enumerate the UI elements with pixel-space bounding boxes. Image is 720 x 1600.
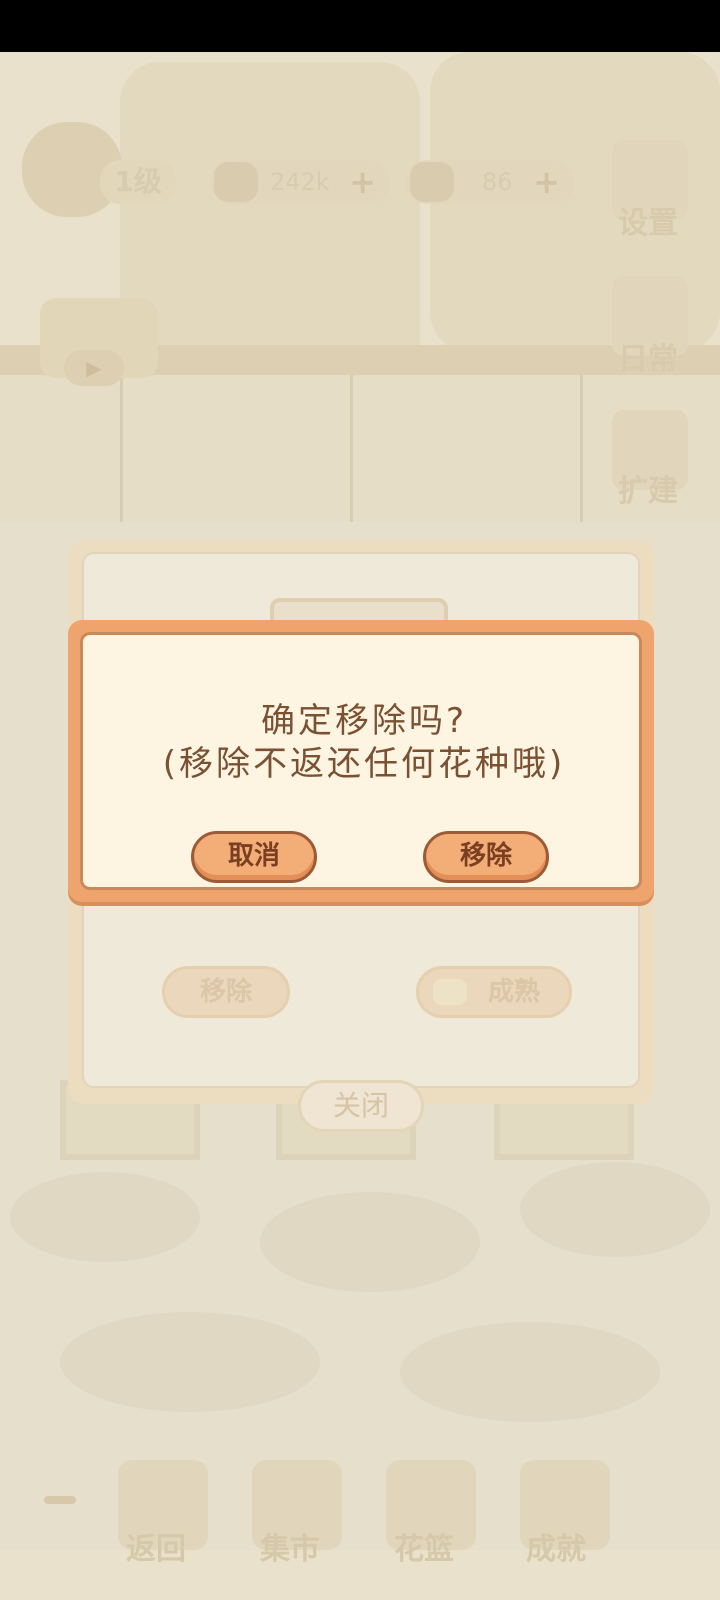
panel-mature-label: 成熟 <box>487 977 540 1007</box>
cheese-count: 86 <box>482 168 513 196</box>
status-bar <box>0 0 720 52</box>
achievement-nav-label: 成就 <box>526 1532 586 1567</box>
remove-confirm-dialog: 确定移除吗? (移除不返还任何花种哦) 取消 移除 <box>68 620 654 902</box>
cancel-button[interactable]: 取消 <box>191 831 317 883</box>
fish-icon <box>214 162 258 202</box>
dialog-question: 确定移除吗? <box>260 701 468 741</box>
fish-count: 242k <box>270 168 330 196</box>
back-nav-label: 返回 <box>126 1532 186 1567</box>
play-icon: ▶ <box>64 350 124 386</box>
cabinet-divider <box>580 375 583 525</box>
floor-stone <box>10 1172 200 1262</box>
panel-close-button[interactable]: 关闭 <box>298 1080 424 1132</box>
player-level-badge: 1级 <box>100 160 176 204</box>
add-cheese-button[interactable]: + <box>533 160 560 204</box>
floor-stone <box>400 1322 660 1422</box>
fish-currency: 242k + <box>210 160 390 204</box>
floor-stone <box>260 1192 480 1292</box>
market-nav-label: 集市 <box>260 1532 320 1567</box>
confirm-remove-button[interactable]: 移除 <box>423 831 549 883</box>
background-wall-shape <box>120 62 420 382</box>
daily-label: 日常 <box>618 342 678 377</box>
expand-label: 扩建 <box>618 474 678 509</box>
panel-mature-button[interactable]: 成熟 <box>416 966 572 1018</box>
minus-icon[interactable] <box>44 1496 76 1504</box>
cheese-icon <box>410 162 454 202</box>
floor-stone <box>60 1312 320 1412</box>
cabinet-divider <box>350 375 353 525</box>
settings-label: 设置 <box>618 206 678 241</box>
add-fish-button[interactable]: + <box>349 160 376 204</box>
floor-stone <box>520 1162 710 1257</box>
cheese-currency: 86 + <box>406 160 574 204</box>
basket-nav-label: 花篮 <box>394 1532 454 1567</box>
dialog-body: 确定移除吗? (移除不返还任何花种哦) 取消 移除 <box>80 632 642 890</box>
cheese-icon <box>433 979 467 1005</box>
cabinet-divider <box>120 375 123 525</box>
panel-remove-button[interactable]: 移除 <box>162 966 290 1018</box>
dialog-warning: (移除不返还任何花种哦) <box>162 744 566 784</box>
